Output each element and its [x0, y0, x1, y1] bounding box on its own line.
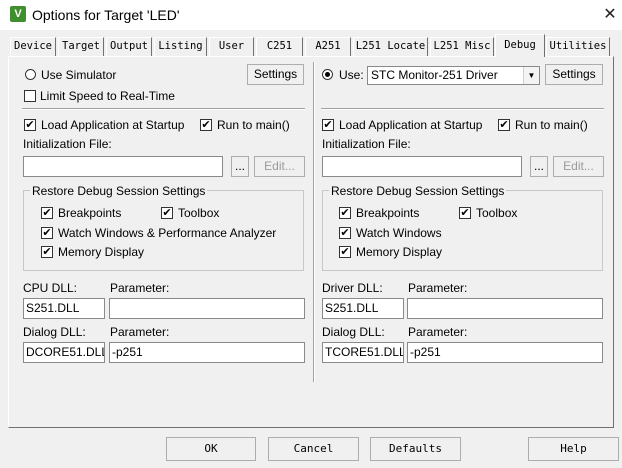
- left-breakpoints-checkbox[interactable]: ✔: [41, 207, 53, 219]
- defaults-button[interactable]: Defaults: [370, 437, 461, 461]
- left-browse-button[interactable]: ...: [231, 156, 249, 177]
- tab-utilities[interactable]: Utilities: [546, 37, 610, 56]
- left-breakpoints-label: Breakpoints: [58, 206, 122, 220]
- right-dialog-parameter-label: Parameter:: [408, 325, 468, 339]
- cancel-button[interactable]: Cancel: [268, 437, 359, 461]
- column-divider: [313, 62, 315, 382]
- tab-device[interactable]: Device: [10, 37, 56, 56]
- left-dialog-parameter-label: Parameter:: [110, 325, 170, 339]
- left-watch-label: Watch Windows & Performance Analyzer: [58, 226, 277, 240]
- right-separator: [321, 108, 604, 110]
- driver-select[interactable]: STC Monitor-251 Driver ▼: [367, 66, 540, 85]
- driver-settings-button[interactable]: Settings: [545, 64, 603, 85]
- right-load-app-label: Load Application at Startup: [339, 118, 483, 132]
- right-edit-button[interactable]: Edit...: [553, 156, 604, 177]
- left-memory-label: Memory Display: [58, 245, 145, 259]
- right-dialog-parameter-input[interactable]: -p251: [407, 342, 603, 363]
- right-run-to-main-label: Run to main(): [515, 118, 588, 132]
- limit-speed-label: Limit Speed to Real-Time: [40, 89, 175, 103]
- tab-listing[interactable]: Listing: [154, 37, 207, 56]
- left-edit-button[interactable]: Edit...: [254, 156, 305, 177]
- tab-target[interactable]: Target: [58, 37, 104, 56]
- left-memory-checkbox[interactable]: ✔: [41, 246, 53, 258]
- tab-a251[interactable]: A251: [305, 37, 351, 56]
- right-init-file-label: Initialization File:: [322, 137, 411, 151]
- left-dialog-dll-label: Dialog DLL:: [23, 325, 86, 339]
- ok-button[interactable]: OK: [166, 437, 256, 461]
- tab-l251-misc[interactable]: L251 Misc: [430, 37, 494, 56]
- left-load-app-checkbox[interactable]: ✔: [24, 119, 36, 131]
- left-init-file-input[interactable]: [23, 156, 223, 177]
- right-memory-label: Memory Display: [356, 245, 443, 259]
- right-toolbox-label: Toolbox: [476, 206, 518, 220]
- tab-output[interactable]: Output: [106, 37, 152, 56]
- driver-dll-label: Driver DLL:: [322, 281, 383, 295]
- left-toolbox-label: Toolbox: [178, 206, 220, 220]
- right-toolbox-checkbox[interactable]: ✔: [459, 207, 471, 219]
- left-dialog-dll-input[interactable]: DCORE51.DLL: [23, 342, 105, 363]
- right-dialog-dll-input[interactable]: TCORE51.DLL: [322, 342, 404, 363]
- help-button[interactable]: Help: [528, 437, 619, 461]
- cpu-dll-input[interactable]: S251.DLL: [23, 298, 105, 319]
- use-driver-radio[interactable]: [322, 69, 333, 80]
- driver-select-value: STC Monitor-251 Driver: [371, 68, 498, 82]
- chevron-down-icon[interactable]: ▼: [523, 67, 539, 84]
- right-memory-checkbox[interactable]: ✔: [339, 246, 351, 258]
- app-icon: V: [10, 6, 26, 22]
- tab-c251[interactable]: C251: [256, 37, 303, 56]
- right-init-file-input[interactable]: [322, 156, 522, 177]
- tab-l251-locate[interactable]: L251 Locate: [353, 37, 428, 56]
- use-simulator-radio[interactable]: [25, 69, 36, 80]
- cpu-dll-label: CPU DLL:: [23, 281, 78, 295]
- right-breakpoints-checkbox[interactable]: ✔: [339, 207, 351, 219]
- close-icon[interactable]: ✕: [600, 5, 620, 25]
- left-dialog-parameter-input[interactable]: -p251: [109, 342, 305, 363]
- left-parameter-label: Parameter:: [110, 281, 170, 295]
- driver-dll-input[interactable]: S251.DLL: [322, 298, 404, 319]
- right-load-app-checkbox[interactable]: ✔: [322, 119, 334, 131]
- left-separator: [22, 108, 305, 110]
- tab-debug[interactable]: Debug: [495, 34, 545, 57]
- right-watch-label: Watch Windows: [356, 226, 442, 240]
- use-driver-label: Use:: [339, 68, 364, 82]
- tab-user[interactable]: User: [209, 37, 254, 56]
- left-load-app-label: Load Application at Startup: [41, 118, 185, 132]
- right-watch-checkbox[interactable]: ✔: [339, 227, 351, 239]
- left-watch-checkbox[interactable]: ✔: [41, 227, 53, 239]
- driver-dll-parameter-input[interactable]: [407, 298, 603, 319]
- left-run-to-main-label: Run to main(): [217, 118, 290, 132]
- window-title: Options for Target 'LED': [32, 7, 180, 23]
- right-dialog-dll-label: Dialog DLL:: [322, 325, 385, 339]
- left-init-file-label: Initialization File:: [23, 137, 112, 151]
- left-run-to-main-checkbox[interactable]: ✔: [200, 119, 212, 131]
- simulator-settings-button[interactable]: Settings: [247, 64, 304, 85]
- right-parameter-label: Parameter:: [408, 281, 468, 295]
- left-toolbox-checkbox[interactable]: ✔: [161, 207, 173, 219]
- use-simulator-label: Use Simulator: [41, 68, 117, 82]
- right-browse-button[interactable]: ...: [530, 156, 548, 177]
- left-restore-group-title: Restore Debug Session Settings: [30, 184, 208, 198]
- cpu-dll-parameter-input[interactable]: [109, 298, 305, 319]
- limit-speed-checkbox[interactable]: [24, 90, 36, 102]
- right-run-to-main-checkbox[interactable]: ✔: [498, 119, 510, 131]
- right-restore-group-title: Restore Debug Session Settings: [329, 184, 507, 198]
- right-breakpoints-label: Breakpoints: [356, 206, 420, 220]
